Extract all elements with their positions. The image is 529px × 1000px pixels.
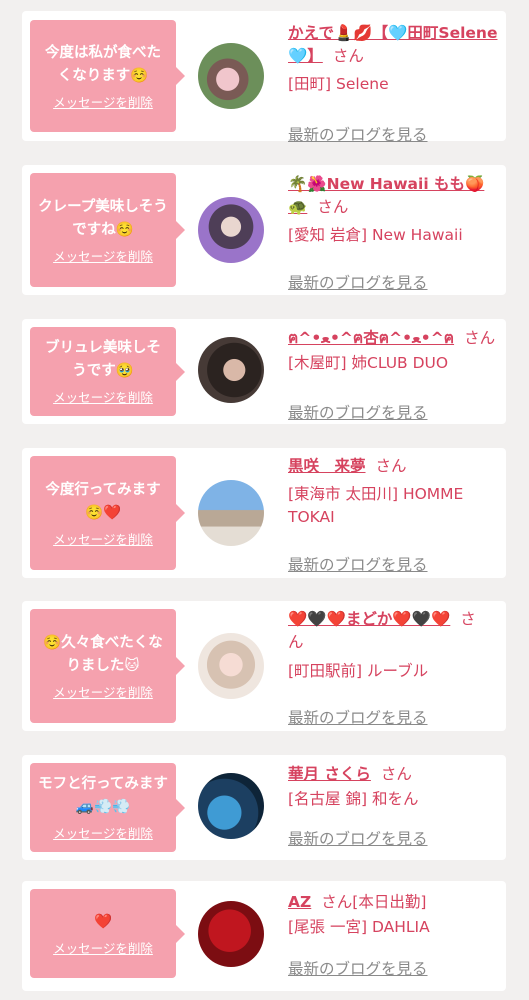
latest-blog-link[interactable]: 最新のブログを見る xyxy=(288,123,428,145)
message-card: ❤️ メッセージを削除 AZ さん[本日出勤] [尾張 一宮] DAHLIA 最新… xyxy=(22,881,506,991)
message-bubble: 今度行ってみます☺️❤️ メッセージを削除 xyxy=(30,456,185,570)
message-card: 今度は私が食べたくなります☺️ メッセージを削除 かえで💄💋【🩵田町Selene… xyxy=(22,11,506,144)
sender-name-link[interactable]: AZ xyxy=(288,893,311,911)
message-card: モフと行ってみます🚙💨💨 メッセージを削除 華月 さくら さん [名古屋 錦] 和… xyxy=(22,755,506,860)
delete-message-link[interactable]: メッセージを削除 xyxy=(53,529,153,548)
message-text: クレープ美味しそうですね☺️ xyxy=(38,198,168,238)
latest-blog-link[interactable]: 最新のブログを見る xyxy=(288,827,428,849)
sender-info: かえで💄💋【🩵田町Selene🩵】 さん [田町] Selene 最新のブログを見… xyxy=(288,22,498,144)
sender-info: ❤️🖤❤️まどか❤️🖤❤️ さん [町田駅前] ルーブル 最新のブログを見る xyxy=(288,608,498,727)
delete-message-link[interactable]: メッセージを削除 xyxy=(53,246,153,265)
message-text: ブリュレ美味しそうです🥹 xyxy=(45,340,161,379)
sender-info: 🌴🌺New Hawaii もも🍑🐢 さん [愛知 岩倉] New Hawaii 最… xyxy=(288,173,498,292)
sender-name-link[interactable]: ❤️🖤❤️まどか❤️🖤❤️ xyxy=(288,610,450,628)
sender-name-line: 華月 さくら さん xyxy=(288,763,498,786)
sender-info: 黒咲 来夢 さん [東海市 太田川] HOMME TOKAI 最新のブログを見る xyxy=(288,455,498,574)
honorific: さん xyxy=(321,893,353,911)
attendance-status: [本日出勤] xyxy=(352,893,427,911)
honorific: さん xyxy=(375,457,407,475)
sender-name-link[interactable]: 黒咲 来夢 xyxy=(288,457,366,475)
message-bubble: クレープ美味しそうですね☺️ メッセージを削除 xyxy=(30,173,185,287)
shop-label: [愛知 岩倉] New Hawaii xyxy=(288,226,463,244)
honorific: さん xyxy=(464,329,496,347)
message-bubble: ブリュレ美味しそうです🥹 メッセージを削除 xyxy=(30,327,185,416)
honorific: さん xyxy=(317,198,349,216)
latest-blog-link[interactable]: 最新のブログを見る xyxy=(288,706,428,728)
avatar[interactable] xyxy=(198,337,264,403)
shop-label: [田町] Selene xyxy=(288,75,389,93)
latest-blog-link[interactable]: 最新のブログを見る xyxy=(288,553,428,575)
sender-info: ฅ^•ﻌ•^ฅ杏ฅ^•ﻌ•^ฅ さん [木屋町] 姉CLUB DUO 最新のブログ… xyxy=(288,327,498,422)
sender-name-line: ฅ^•ﻌ•^ฅ杏ฅ^•ﻌ•^ฅ さん xyxy=(288,327,498,350)
sender-name-link[interactable]: ฅ^•ﻌ•^ฅ杏ฅ^•ﻌ•^ฅ xyxy=(288,329,454,347)
sender-name-line: 🌴🌺New Hawaii もも🍑🐢 さん xyxy=(288,173,498,219)
avatar[interactable] xyxy=(198,633,264,699)
sender-name-line: ❤️🖤❤️まどか❤️🖤❤️ さん xyxy=(288,608,488,654)
latest-blog-link[interactable]: 最新のブログを見る xyxy=(288,957,428,979)
sender-info: AZ さん[本日出勤] [尾張 一宮] DAHLIA 最新のブログを見る xyxy=(288,891,498,978)
sender-info: 華月 さくら さん [名古屋 錦] 和をん 最新のブログを見る xyxy=(288,763,498,848)
sender-name-link[interactable]: 華月 さくら xyxy=(288,765,371,783)
honorific: さん xyxy=(380,765,412,783)
honorific: さん xyxy=(332,47,364,65)
message-text: ☺️久々食べたくなりました🐱 xyxy=(43,634,163,674)
message-text: 今度行ってみます☺️❤️ xyxy=(45,481,161,521)
message-bubble: ❤️ メッセージを削除 xyxy=(30,889,185,978)
avatar[interactable] xyxy=(198,480,264,546)
latest-blog-link[interactable]: 最新のブログを見る xyxy=(288,401,428,423)
delete-message-link[interactable]: メッセージを削除 xyxy=(53,92,153,111)
message-text: ❤️ xyxy=(93,913,113,930)
shop-label: [東海市 太田川] HOMME TOKAI xyxy=(288,485,464,526)
latest-blog-link[interactable]: 最新のブログを見る xyxy=(288,271,428,293)
delete-message-link[interactable]: メッセージを削除 xyxy=(53,938,153,957)
avatar[interactable] xyxy=(198,43,264,109)
message-bubble: モフと行ってみます🚙💨💨 メッセージを削除 xyxy=(30,763,185,852)
delete-message-link[interactable]: メッセージを削除 xyxy=(53,387,153,406)
message-card: ☺️久々食べたくなりました🐱 メッセージを削除 ❤️🖤❤️まどか❤️🖤❤️ さん … xyxy=(22,601,506,731)
message-card: 今度行ってみます☺️❤️ メッセージを削除 黒咲 来夢 さん [東海市 太田川] … xyxy=(22,448,506,578)
shop-label: [木屋町] 姉CLUB DUO xyxy=(288,354,449,372)
message-bubble: ☺️久々食べたくなりました🐱 メッセージを削除 xyxy=(30,609,185,723)
sender-name-line: AZ さん[本日出勤] xyxy=(288,891,498,914)
avatar[interactable] xyxy=(198,773,264,839)
sender-name-line: 黒咲 来夢 さん xyxy=(288,455,498,478)
avatar[interactable] xyxy=(198,901,264,967)
message-text: モフと行ってみます🚙💨💨 xyxy=(38,776,168,815)
message-card: クレープ美味しそうですね☺️ メッセージを削除 🌴🌺New Hawaii もも🍑… xyxy=(22,165,506,295)
shop-label: [名古屋 錦] 和をん xyxy=(288,790,419,808)
sender-name-line: かえで💄💋【🩵田町Selene🩵】 さん xyxy=(288,22,498,68)
shop-label: [尾張 一宮] DAHLIA xyxy=(288,918,430,936)
avatar[interactable] xyxy=(198,197,264,263)
delete-message-link[interactable]: メッセージを削除 xyxy=(53,823,153,842)
message-bubble: 今度は私が食べたくなります☺️ メッセージを削除 xyxy=(30,20,185,132)
message-card: ブリュレ美味しそうです🥹 メッセージを削除 ฅ^•ﻌ•^ฅ杏ฅ^•ﻌ•^ฅ さん … xyxy=(22,319,506,424)
delete-message-link[interactable]: メッセージを削除 xyxy=(53,682,153,701)
message-text: 今度は私が食べたくなります☺️ xyxy=(45,44,161,84)
sender-name-link[interactable]: かえで💄💋【🩵田町Selene🩵】 xyxy=(288,24,497,65)
shop-label: [町田駅前] ルーブル xyxy=(288,662,429,680)
